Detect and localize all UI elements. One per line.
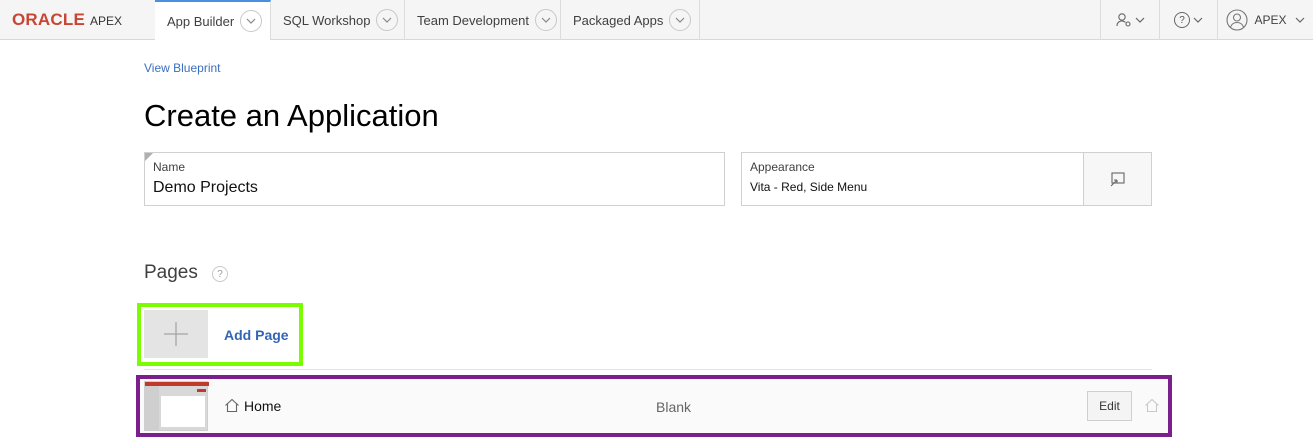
apex-wordmark: APEX [89,13,122,28]
chevron-down-icon[interactable] [376,9,399,31]
user-name: APEX [1254,13,1287,27]
page-type: Blank [656,399,692,415]
add-page-button[interactable]: Add Page [224,327,289,343]
name-field[interactable]: Name Demo Projects [144,152,725,206]
name-input[interactable]: Demo Projects [153,179,258,197]
tab-label: Team Development [417,12,529,28]
chevron-down-icon [1135,17,1144,23]
top-navigation-bar: ORACLE APEX App Builder SQL Workshop Tea… [0,0,1313,40]
oracle-apex-logo[interactable]: ORACLE APEX [12,10,122,29]
tab-label: SQL Workshop [283,12,371,28]
appearance-field-label: Appearance [750,160,815,174]
chevron-down-icon[interactable] [535,9,557,31]
divider [144,369,1152,370]
appearance-value: Vita - Red, Side Menu [750,180,868,194]
tab-app-builder[interactable]: App Builder [155,0,271,40]
pages-heading: Pages [144,262,198,283]
chevron-down-icon [1193,17,1203,23]
add-page-thumbnail[interactable] [144,310,208,358]
popup-icon [1110,172,1125,187]
page-title: Create an Application [144,98,439,133]
tab-sql-workshop[interactable]: SQL Workshop [271,0,405,40]
page-row-highlight [136,375,1172,437]
tab-label: App Builder [167,13,235,29]
tab-packaged-apps[interactable]: Packaged Apps [561,0,700,40]
edit-page-button[interactable]: Edit [1087,391,1132,421]
set-appearance-button[interactable] [1083,152,1152,206]
avatar-icon [1226,9,1249,31]
user-menu-button[interactable]: APEX [1217,0,1313,40]
home-icon [225,398,239,413]
pages-help-icon[interactable]: ? [212,266,228,282]
page-thumbnail [144,381,209,431]
appearance-field[interactable]: Appearance Vita - Red, Side Menu [741,152,1084,206]
help-icon: ? [1174,12,1190,28]
user-settings-icon [1115,13,1131,27]
chevron-down-icon [1295,17,1304,23]
oracle-wordmark: ORACLE [12,10,85,29]
tab-team-development[interactable]: Team Development [405,0,561,40]
plus-icon [164,322,188,346]
name-field-label: Name [153,160,186,174]
set-home-icon[interactable] [1144,398,1160,413]
help-menu-button[interactable]: ? [1159,0,1217,40]
page-name: Home [244,398,282,414]
admin-menu-button[interactable] [1100,0,1159,40]
view-blueprint-link[interactable]: View Blueprint [144,61,221,75]
chevron-down-icon[interactable] [669,9,692,31]
tab-label: Packaged Apps [573,12,664,28]
required-indicator [145,153,153,161]
chevron-down-icon[interactable] [240,10,263,32]
